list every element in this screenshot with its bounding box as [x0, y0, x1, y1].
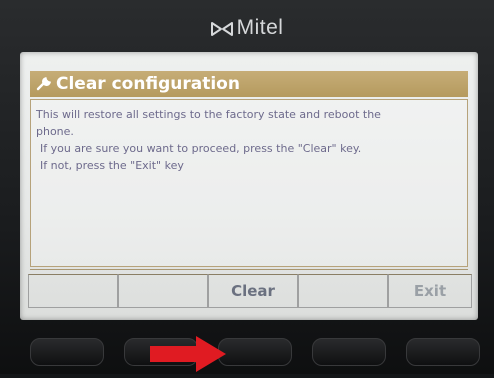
dialog-title-bar: Clear configuration [30, 71, 468, 97]
clear-softkey[interactable]: Clear [208, 274, 298, 308]
softkey-bar: Clear Exit [28, 274, 472, 310]
message-line-1: This will restore all settings to the fa… [36, 108, 381, 121]
brand-name: Mitel [236, 16, 284, 39]
exit-softkey[interactable]: Exit [388, 274, 472, 308]
softkey-4[interactable] [298, 274, 388, 308]
softkey-divider [30, 269, 468, 270]
dialog-message: This will restore all settings to the fa… [36, 106, 456, 174]
softkey-1[interactable] [28, 274, 118, 308]
hardware-button-clear[interactable] [218, 338, 292, 366]
dialog-title: Clear configuration [56, 74, 240, 94]
wrench-icon [36, 74, 52, 100]
mitel-logo-icon [210, 19, 233, 43]
softkey-2[interactable] [118, 274, 208, 308]
hardware-button-4[interactable] [312, 338, 386, 366]
message-line-4: If not, press the "Exit" key [40, 159, 184, 172]
hardware-button-1[interactable] [30, 338, 104, 366]
red-arrow-icon [148, 334, 228, 378]
message-line-2: phone. [36, 125, 74, 138]
brand-header: Mitel [0, 16, 494, 43]
phone-screen: Clear configuration This will restore al… [20, 52, 478, 320]
message-line-3: If you are sure you want to proceed, pre… [40, 142, 362, 155]
hardware-button-5[interactable] [406, 338, 480, 366]
